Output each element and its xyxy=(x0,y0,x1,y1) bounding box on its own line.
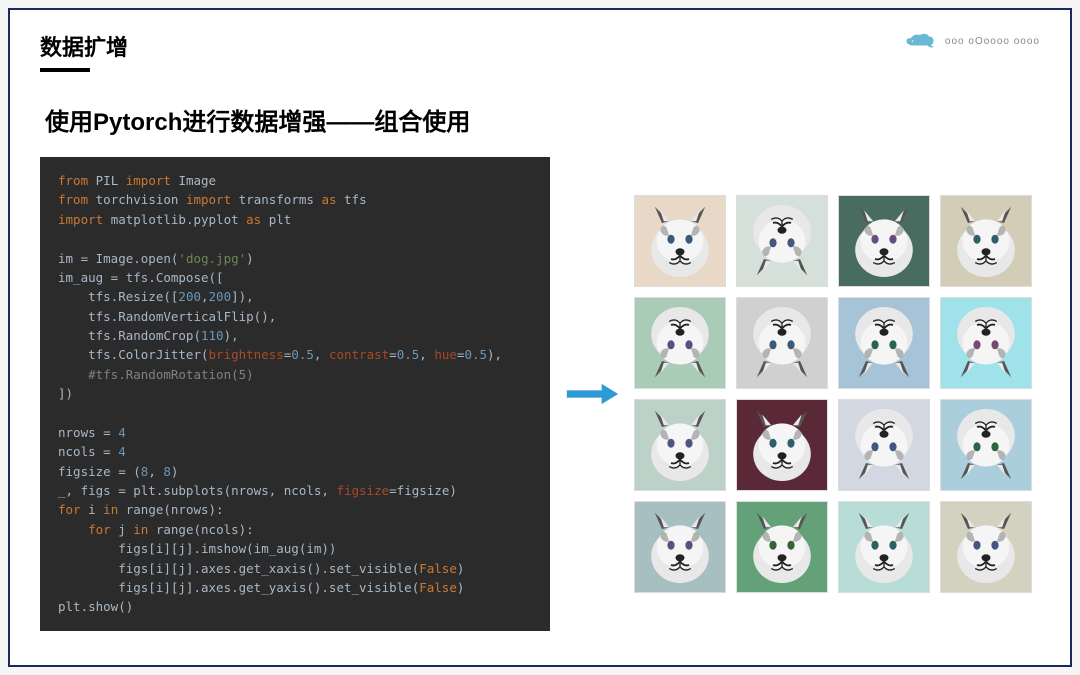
augmented-image xyxy=(736,501,828,593)
augmented-image xyxy=(634,195,726,287)
code-line: im_aug = tfs.Compose([ xyxy=(58,268,532,287)
code-line: tfs.RandomVerticalFlip(), xyxy=(58,307,532,326)
logo-area: ooo oOoooo oooo xyxy=(905,30,1040,52)
augmented-image xyxy=(736,195,828,287)
title-block: 数据扩增 xyxy=(40,30,128,72)
whale-icon xyxy=(905,30,935,52)
augmented-image xyxy=(634,501,726,593)
augmented-image xyxy=(634,399,726,491)
code-line: figsize = (8, 8) xyxy=(58,462,532,481)
arrow-wrap xyxy=(562,381,622,407)
code-line: figs[i][j].axes.get_xaxis().set_visible(… xyxy=(58,559,532,578)
augmented-image xyxy=(838,297,930,389)
subtitle: 使用Pytorch进行数据增强——组合使用 xyxy=(45,102,1040,137)
code-line: from PIL import Image xyxy=(58,171,532,190)
augmented-image xyxy=(838,399,930,491)
augmented-image xyxy=(940,297,1032,389)
code-line: tfs.Resize([200,200]), xyxy=(58,287,532,306)
slide-frame: 数据扩增 ooo oOoooo oooo 使用Pytorch进行数据增强——组合… xyxy=(8,8,1072,667)
code-line: from torchvision import transforms as tf… xyxy=(58,190,532,209)
image-grid xyxy=(634,195,1032,593)
augmented-image xyxy=(940,399,1032,491)
code-line: import matplotlib.pyplot as plt xyxy=(58,210,532,229)
code-line: for j in range(ncols): xyxy=(58,520,532,539)
code-line: #tfs.RandomRotation(5) xyxy=(58,365,532,384)
code-line xyxy=(58,404,532,423)
augmented-image xyxy=(940,195,1032,287)
code-line: nrows = 4 xyxy=(58,423,532,442)
augmented-image xyxy=(736,399,828,491)
code-line: _, figs = plt.subplots(nrows, ncols, fig… xyxy=(58,481,532,500)
logo-text: ooo oOoooo oooo xyxy=(945,36,1040,47)
augmented-image xyxy=(838,501,930,593)
code-line: plt.show() xyxy=(58,597,532,616)
title-underline xyxy=(40,68,90,72)
augmented-image xyxy=(838,195,930,287)
code-line xyxy=(58,229,532,248)
code-block: from PIL import Imagefrom torchvision im… xyxy=(40,157,550,631)
header: 数据扩增 ooo oOoooo oooo xyxy=(40,30,1040,72)
augmented-image xyxy=(940,501,1032,593)
code-line: figs[i][j].axes.get_yaxis().set_visible(… xyxy=(58,578,532,597)
code-line: im = Image.open('dog.jpg') xyxy=(58,249,532,268)
slide-title: 数据扩增 xyxy=(40,30,128,62)
content-row: from PIL import Imagefrom torchvision im… xyxy=(40,157,1040,631)
code-line: ]) xyxy=(58,384,532,403)
code-line: ncols = 4 xyxy=(58,442,532,461)
code-line: tfs.ColorJitter(brightness=0.5, contrast… xyxy=(58,345,532,364)
augmented-image xyxy=(736,297,828,389)
code-line: tfs.RandomCrop(110), xyxy=(58,326,532,345)
augmented-image xyxy=(634,297,726,389)
code-line: figs[i][j].imshow(im_aug(im)) xyxy=(58,539,532,558)
code-line: for i in range(nrows): xyxy=(58,500,532,519)
arrow-right-icon xyxy=(565,381,620,407)
